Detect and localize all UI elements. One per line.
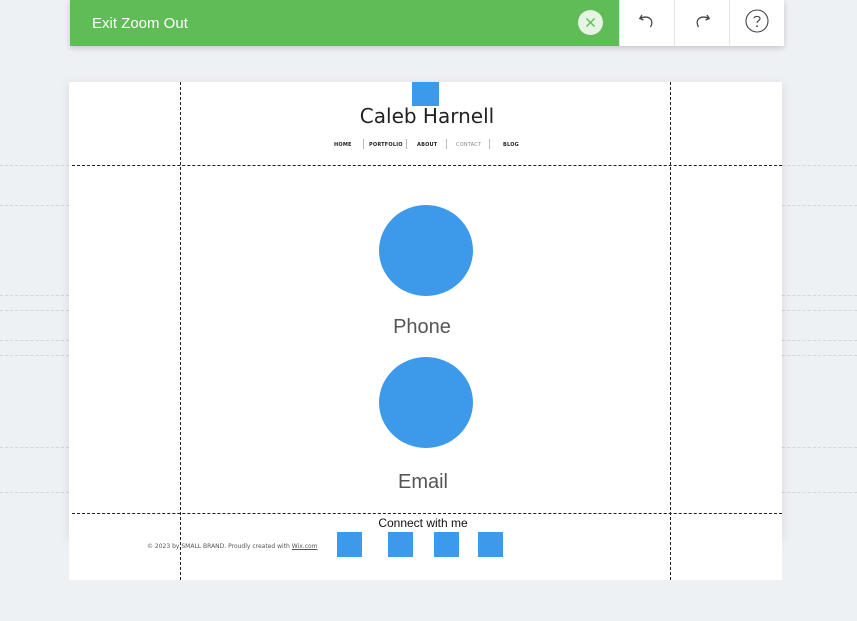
exit-zoom-out-label: Exit Zoom Out	[92, 14, 188, 32]
guide-line	[0, 355, 69, 356]
nav-item-about[interactable]: ABOUT	[417, 142, 437, 148]
guide-line	[782, 492, 857, 493]
nav-item-blog[interactable]: BLOG	[503, 142, 519, 148]
guide-line	[0, 205, 69, 206]
email-label: Email	[397, 471, 448, 493]
zoom-toolbar: Exit Zoom Out	[70, 0, 784, 46]
guide-line	[72, 513, 782, 514]
guide-line	[0, 340, 69, 341]
site-title[interactable]: Caleb Harnell	[327, 104, 527, 128]
social-icon-4[interactable]	[478, 532, 503, 557]
help-button[interactable]	[729, 0, 784, 46]
site-nav: HOME PORTFOLIO ABOUT CONTACT BLOG	[0, 140, 857, 150]
email-image-placeholder[interactable]	[379, 357, 473, 448]
nav-separator	[489, 139, 490, 149]
exit-zoom-out-button[interactable]: Exit Zoom Out	[70, 0, 619, 46]
close-icon[interactable]	[578, 10, 603, 35]
help-icon	[745, 8, 769, 38]
guide-line	[782, 205, 857, 206]
guide-line	[0, 310, 69, 311]
guide-line	[72, 165, 782, 166]
social-icon-2[interactable]	[388, 532, 413, 557]
copyright-text: © 2023 by SMALL BRAND. Proudly created w…	[147, 543, 318, 550]
guide-line	[782, 355, 857, 356]
phone-image-placeholder[interactable]	[379, 205, 473, 296]
header-image-placeholder[interactable]	[412, 82, 439, 106]
guide-line	[782, 165, 857, 166]
social-icon-3[interactable]	[434, 532, 459, 557]
connect-heading: Connect with me	[378, 516, 468, 530]
phone-label: Phone	[393, 316, 451, 338]
site-canvas[interactable]	[69, 82, 782, 538]
nav-item-home[interactable]: HOME	[334, 142, 352, 148]
guide-line	[782, 340, 857, 341]
nav-separator	[446, 139, 447, 149]
nav-item-contact[interactable]: CONTACT	[456, 142, 481, 148]
guide-line	[0, 295, 69, 296]
undo-icon	[638, 12, 656, 35]
guide-line	[782, 310, 857, 311]
guide-line	[0, 447, 69, 448]
guide-line	[180, 82, 181, 580]
guide-line	[0, 492, 69, 493]
guide-line	[670, 82, 671, 580]
nav-separator	[406, 139, 407, 149]
guide-line	[782, 295, 857, 296]
nav-separator	[363, 139, 364, 149]
copyright-prefix: © 2023 by SMALL BRAND. Proudly created w…	[147, 543, 292, 550]
redo-icon	[693, 12, 711, 35]
social-icon-1[interactable]	[337, 532, 362, 557]
nav-item-portfolio[interactable]: PORTFOLIO	[369, 142, 403, 148]
undo-button[interactable]	[619, 0, 674, 46]
guide-line	[0, 165, 69, 166]
redo-button[interactable]	[674, 0, 729, 46]
guide-line	[782, 447, 857, 448]
wix-link[interactable]: Wix.com	[292, 543, 318, 550]
